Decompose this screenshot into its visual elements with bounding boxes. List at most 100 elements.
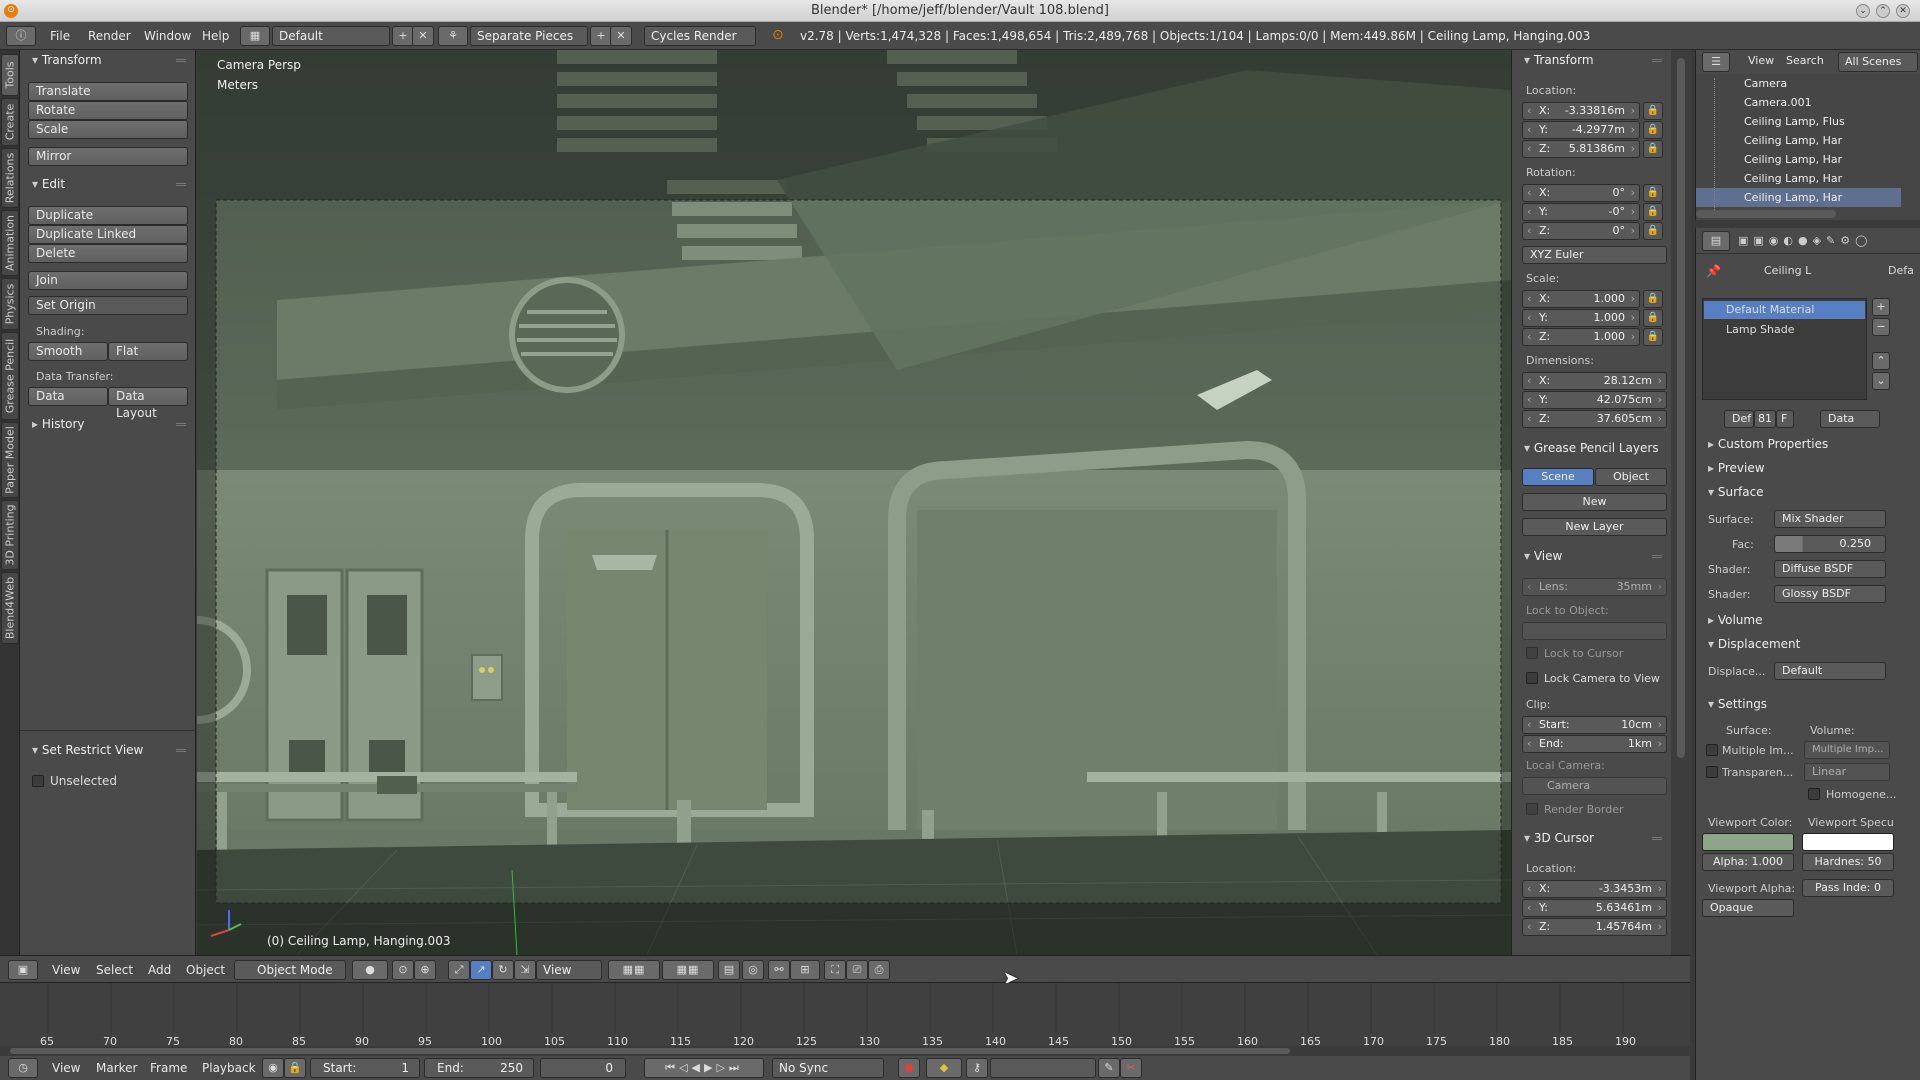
transform-panel-header[interactable]: Transform [24,50,192,70]
rotate-button[interactable]: Rotate [28,101,188,120]
manipulator-icon[interactable]: ⊕ [414,960,436,980]
sync-select[interactable]: No Sync [772,1058,884,1078]
material-slot-lamp-shade[interactable]: Lamp Shade [1704,321,1865,339]
render-icon[interactable]: ⛶ [824,960,846,980]
3d-cursor-header[interactable]: 3D Cursor [1516,828,1668,848]
add-layout-icon[interactable]: + [392,26,414,46]
local-camera-field[interactable]: Camera [1522,777,1667,795]
volume-multiple-importance-field[interactable]: Multiple Imp... [1804,741,1890,759]
grease-pencil-header[interactable]: Grease Pencil Layers [1516,438,1668,458]
add-scene-icon[interactable]: + [590,26,612,46]
unselected-checkbox[interactable] [32,775,44,787]
select-menu[interactable]: Select [96,963,133,977]
start-frame-field[interactable]: Start: 1 [310,1058,420,1078]
join-button[interactable]: Join [28,271,188,290]
lock-object-field[interactable] [1522,622,1667,640]
dimension-y-field[interactable]: Y:42.075cm [1522,391,1667,409]
scale-z-field[interactable]: Z:1.000 [1522,328,1640,346]
add-menu[interactable]: Add [148,963,171,977]
editor-type-icon[interactable]: ⓘ [6,26,36,46]
material-users-field[interactable]: 81 [1754,410,1776,428]
lock-icon[interactable]: 🔒 [1643,309,1663,327]
scene-icon[interactable]: ⚘ [438,26,468,46]
move-down-icon[interactable]: ⌄ [1872,372,1890,390]
cursor-y-field[interactable]: Y:5.63461m [1522,899,1667,917]
homogeneous-checkbox[interactable] [1808,788,1820,800]
lock-icon[interactable]: 🔒 [1643,140,1663,158]
editor-type-icon[interactable]: ◷ [8,1058,38,1078]
volume-header[interactable]: Volume [1700,610,1888,630]
move-up-icon[interactable]: ⌃ [1872,352,1890,370]
properties-scrollbar[interactable] [1671,50,1691,955]
lock-icon[interactable]: 🔒 [1643,203,1663,221]
preview-header[interactable]: Preview [1700,458,1888,478]
mode-select[interactable]: Object Mode [234,960,346,980]
edit-panel-header[interactable]: Edit [24,174,192,194]
preview-range-icon[interactable]: ◉ [262,1058,284,1078]
scale-y-field[interactable]: Y:1.000 [1522,309,1640,327]
clip-start-field[interactable]: Start:10cm [1522,716,1667,734]
end-frame-field[interactable]: End: 250 [424,1058,534,1078]
menu-render[interactable]: Render [88,29,131,43]
3d-viewport[interactable]: Camera Persp Meters (0) Ceiling Lamp, Ha… [197,50,1511,955]
view-panel-header[interactable]: View [1516,546,1668,566]
marker-menu[interactable]: Marker [96,1061,137,1075]
timeline[interactable]: 65 70 75 80 85 90 95 100 105 110 115 120 125 130 135 14… [0,983,1690,1056]
opengl-render-icon[interactable]: ⎙ [868,960,890,980]
outliner-row[interactable]: Camera [1696,74,1901,93]
editor-type-icon[interactable]: ▣ [8,960,38,980]
frame-menu[interactable]: Frame [150,1061,187,1075]
duplicate-button[interactable]: Duplicate [28,206,188,225]
history-panel-header[interactable]: History [24,414,192,434]
insert-key-icon[interactable]: ✎ [1098,1058,1120,1078]
rotate-icon[interactable]: ↻ [492,960,514,980]
playback-controls-icon[interactable]: ⏮◁◀▶▷⏭ [644,1058,764,1078]
outliner-row[interactable]: Camera.001 [1696,93,1901,112]
displacement-header[interactable]: Displacement [1700,634,1888,654]
material-name-field[interactable]: Def [1724,410,1754,428]
data-layout-button[interactable]: Data Layout [108,387,188,420]
snap-icon[interactable]: ⚯ [768,960,790,980]
keying-icon[interactable]: ◆ [926,1058,962,1078]
current-frame-field[interactable]: 0 [540,1058,626,1078]
scale-icon[interactable]: ⇲ [514,960,536,980]
transform-orientation-select[interactable]: View [536,960,602,980]
scale-button[interactable]: Scale [28,120,188,139]
lock-icon[interactable]: 🔒 [1643,102,1663,120]
record-icon[interactable]: ● [898,1058,920,1078]
interpolation-select[interactable]: Linear [1804,763,1890,781]
maximize-icon[interactable]: ⌃ [1876,4,1890,18]
layout-field[interactable]: Default [272,26,390,46]
scale-x-field[interactable]: X:1.000 [1522,290,1640,308]
menu-file[interactable]: File [50,29,70,43]
n-transform-header[interactable]: Transform [1516,50,1668,70]
shader-1-select[interactable]: Diffuse BSDF [1774,560,1886,578]
keyframe-icon[interactable]: ⚷ [966,1058,988,1078]
gp-new-button[interactable]: New [1522,493,1667,511]
dimension-x-field[interactable]: X:28.12cm [1522,372,1667,390]
gp-object-button[interactable]: Object [1595,468,1667,486]
outliner-row-selected[interactable]: Ceiling Lamp, Har [1696,188,1901,207]
properties-type-icon[interactable]: ▤ [1702,231,1730,251]
lock-icon[interactable]: 🔒 [1643,121,1663,139]
layout-grid-icon[interactable]: ▦ [240,26,270,46]
gp-scene-button[interactable]: Scene [1522,468,1594,486]
lens-field[interactable]: Lens:35mm [1522,578,1667,596]
close-icon[interactable]: ✕ [1896,4,1910,18]
tab-animation[interactable]: Animation [1,210,19,276]
move-icon[interactable]: ↗ [470,960,492,980]
multiple-importance-checkbox[interactable] [1706,744,1718,756]
surface-header[interactable]: Surface [1700,482,1888,502]
restrict-view-header[interactable]: Set Restrict View [24,740,192,760]
keying-set-field[interactable] [990,1058,1096,1078]
tab-physics[interactable]: Physics [1,278,19,330]
fac-slider[interactable]: 0.250 [1774,535,1886,553]
tab-create[interactable]: Create [1,98,19,146]
link-select[interactable]: Data [1820,410,1880,428]
layers-icon[interactable]: ▦▦ [608,960,660,980]
layers-icon[interactable]: ▦▦ [662,960,714,980]
tab-tools[interactable]: Tools [1,54,19,96]
alpha-field[interactable]: Alpha: 1.000 [1702,853,1794,871]
lock-layer-icon[interactable]: ▤ [718,960,740,980]
duplicate-linked-button[interactable]: Duplicate Linked [28,225,188,244]
